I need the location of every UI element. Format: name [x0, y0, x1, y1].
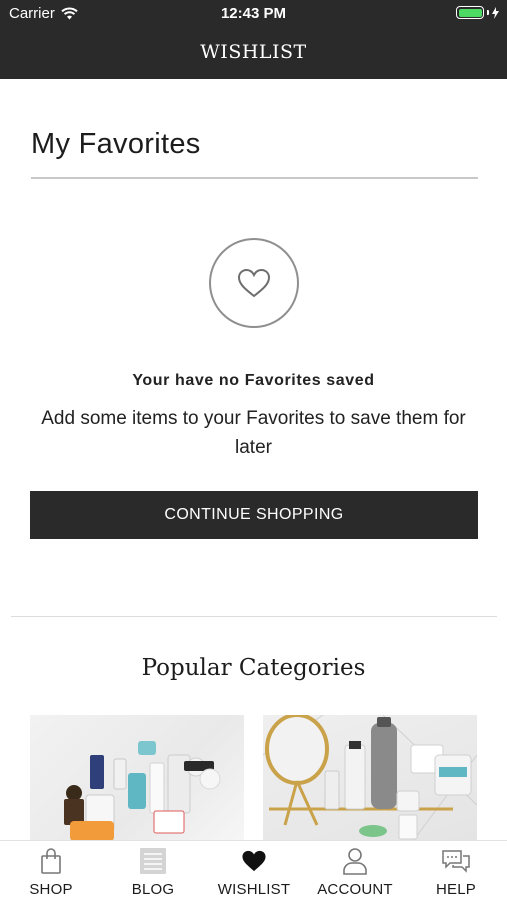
battery-indicator	[456, 6, 499, 19]
tab-shop[interactable]: SHOP	[20, 841, 82, 900]
continue-shopping-button[interactable]: CONTINUE SHOPPING	[30, 491, 478, 539]
charging-icon	[492, 6, 499, 19]
chat-bubbles-icon	[442, 850, 470, 873]
header: Carrier 12:43 PM WISHLIST	[0, 0, 507, 79]
empty-state-description: Add some items to your Favorites to save…	[41, 408, 466, 458]
favorites-empty-badge	[209, 238, 299, 328]
shopping-bag-icon	[41, 848, 61, 874]
tab-help[interactable]: HELP	[426, 841, 486, 900]
category-image-skincare	[64, 741, 221, 841]
tab-label: ACCOUNT	[317, 881, 393, 898]
category-card-skincare[interactable]	[30, 715, 244, 841]
category-card-haircare[interactable]	[263, 715, 477, 841]
tab-wishlist[interactable]: WISHLIST	[214, 841, 294, 900]
heart-outline-icon	[237, 268, 271, 298]
page-title: My Favorites	[31, 128, 201, 160]
divider	[31, 177, 478, 179]
tab-label: SHOP	[29, 881, 73, 898]
categories-title: Popular Categories	[141, 655, 366, 681]
continue-shopping-label: CONTINUE SHOPPING	[164, 506, 344, 523]
tab-label: HELP	[436, 881, 476, 898]
person-icon	[343, 848, 367, 875]
heart-filled-icon	[242, 850, 266, 872]
clock: 12:43 PM	[220, 5, 287, 22]
tab-bar: SHOP BLOG WISHLIST ACCOUNT HELP	[0, 840, 507, 900]
battery-icon	[456, 6, 484, 19]
category-image-haircare	[263, 715, 477, 841]
status-bar: Carrier 12:43 PM	[0, 0, 507, 28]
tab-label: BLOG	[131, 881, 175, 898]
empty-state-title: Your have no Favorites saved	[132, 372, 375, 389]
tab-blog[interactable]: BLOG	[122, 841, 184, 900]
tab-account[interactable]: ACCOUNT	[312, 841, 398, 900]
nav-title: WISHLIST	[200, 41, 307, 63]
section-divider	[11, 616, 497, 617]
tab-label: WISHLIST	[217, 881, 291, 898]
blog-icon	[140, 848, 166, 874]
